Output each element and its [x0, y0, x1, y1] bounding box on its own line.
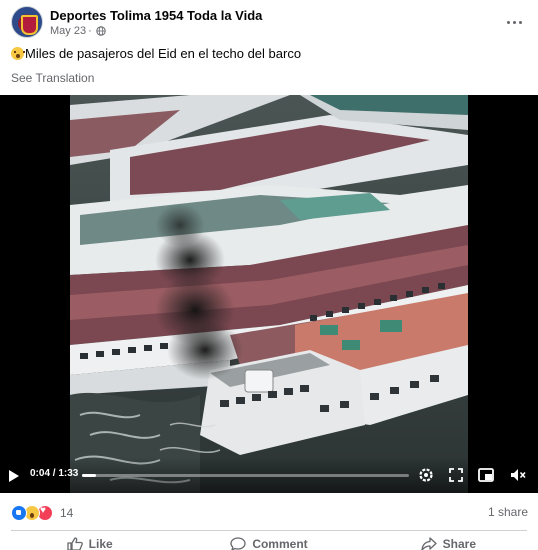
meta-separator: · — [88, 25, 92, 37]
ferry-scene-image — [70, 95, 468, 493]
share-count[interactable]: 1 share — [488, 505, 528, 519]
facebook-post: Deportes Tolima 1954 Toda la Vida May 23… — [0, 0, 538, 550]
astonished-face-emoji-icon — [11, 47, 25, 60]
page-name-link[interactable]: Deportes Tolima 1954 Toda la Vida — [50, 8, 262, 23]
share-arrow-icon — [420, 537, 437, 550]
post-header: Deportes Tolima 1954 Toda la Vida May 23… — [0, 0, 538, 44]
like-button[interactable]: Like — [0, 532, 179, 550]
fullscreen-icon[interactable] — [446, 465, 466, 485]
comment-button[interactable]: Comment — [179, 532, 358, 550]
post-caption: Miles de pasajeros del Eid en el techo d… — [11, 46, 301, 61]
share-button[interactable]: Share — [359, 532, 538, 550]
video-frame[interactable] — [70, 95, 468, 493]
post-meta: May 23 · — [50, 25, 106, 37]
action-divider — [11, 530, 527, 531]
play-icon[interactable] — [9, 470, 19, 482]
settings-gear-icon[interactable] — [416, 465, 436, 485]
like-reaction-icon — [11, 505, 27, 521]
volume-muted-icon[interactable] — [508, 465, 528, 485]
globe-icon — [96, 26, 106, 36]
reaction-count[interactable]: 14 — [60, 506, 73, 520]
video-progress-bar[interactable] — [82, 474, 409, 477]
share-label: Share — [442, 537, 476, 550]
post-date[interactable]: May 23 — [50, 25, 86, 37]
caption-text: Miles de pasajeros del Eid en el techo d… — [25, 46, 302, 61]
post-actions: Like Comment Share — [0, 532, 538, 550]
mini-player-icon[interactable] — [476, 465, 496, 485]
more-options-icon[interactable] — [502, 12, 526, 32]
video-controls: 0:04 / 1:33 — [0, 457, 538, 493]
see-translation-link[interactable]: See Translation — [11, 71, 94, 85]
page-avatar[interactable] — [11, 6, 43, 38]
video-progress-fill — [82, 474, 97, 477]
thumbs-up-icon — [67, 537, 83, 550]
comment-label: Comment — [252, 537, 308, 550]
comment-bubble-icon — [230, 537, 246, 550]
reactions-summary[interactable]: 14 — [11, 504, 73, 522]
video-player[interactable]: 0:04 / 1:33 — [0, 95, 538, 493]
like-label: Like — [88, 537, 113, 550]
video-time: 0:04 / 1:33 — [30, 468, 79, 479]
